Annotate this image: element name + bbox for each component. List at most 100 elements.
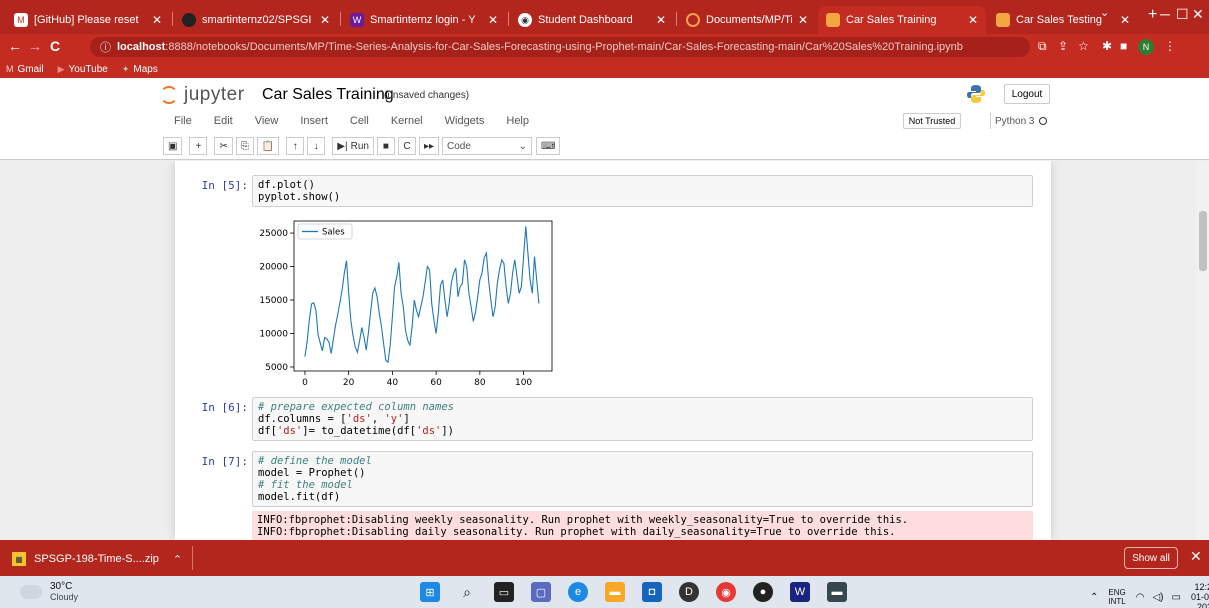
show-all-button[interactable]: Show all [1124,547,1178,569]
trust-button[interactable]: Not Trusted [903,113,961,129]
bookmark-gmail[interactable]: M Gmail [6,64,44,75]
maximize-icon[interactable]: ☐ [1176,6,1189,23]
battery-icon[interactable]: ▭ [1172,592,1181,603]
chevron-up-icon[interactable]: ⌃ [1090,592,1098,603]
fast-forward-icon[interactable]: ▸▸ [418,137,439,155]
logout-button[interactable]: Logout [1004,84,1050,104]
copy-icon[interactable]: ⎘ [235,137,254,155]
tab-github-repo[interactable]: smartinternz02/SPSGI ✕ [174,6,338,34]
kebab-menu-icon[interactable]: ⋮ [1164,39,1176,53]
menu-file[interactable]: File [174,115,192,127]
tab-car-sales-training[interactable]: Car Sales Training ✕ [818,6,986,34]
clock[interactable]: 12:20 01-07-2022 [1189,582,1209,608]
close-icon[interactable]: ✕ [656,13,666,27]
tab-smartinternz-login[interactable]: W Smartinternz login - Y ✕ [342,6,506,34]
move-up-icon[interactable]: ↑ [286,137,305,155]
task-view-icon[interactable]: ▭ [494,582,514,602]
back-icon[interactable]: ← [8,38,22,54]
menu-view[interactable]: View [255,115,279,127]
x-tick-label: 60 [430,378,442,386]
menu-help[interactable]: Help [506,115,529,127]
windows-start-icon[interactable]: ⊞ [420,582,440,602]
extensions-icon[interactable]: ✱ [1102,39,1112,53]
store-icon[interactable]: ◘ [642,582,662,602]
maps-icon: ✦ [121,63,130,74]
code-cell-input[interactable]: df.plot() pyplot.show() [252,175,1033,207]
chevron-up-icon[interactable]: ⌃ [173,553,182,566]
legend-label: Sales [322,228,345,238]
menu-widgets[interactable]: Widgets [445,115,485,127]
tab-student-dashboard[interactable]: ◉ Student Dashboard ✕ [510,6,674,34]
new-tab-button[interactable]: + [1148,6,1157,24]
wifi-icon[interactable]: ◠ [1136,592,1145,603]
download-item[interactable]: ▦ SPSGP-198-Time-S....zip ⌃ [12,548,182,570]
bookmark-star-icon[interactable]: ☆ [1078,39,1089,53]
cell-prompt: In [7]: [201,455,248,468]
kernel-indicator[interactable]: Python 3 [990,113,1048,129]
file-explorer-icon[interactable]: ▬ [605,582,625,602]
sidepanel-icon[interactable]: ■ [1120,39,1127,53]
chrome-icon[interactable]: ◉ [716,582,736,602]
interrupt-icon[interactable]: ■ [376,137,395,155]
cell-type-select[interactable]: Code ⌄ [442,137,532,155]
code-cell-input[interactable]: # prepare expected column names df.colum… [252,397,1033,441]
code-cell-input[interactable]: # define the model model = Prophet() # f… [252,451,1033,507]
avatar[interactable]: N [1138,39,1154,55]
menu-cell[interactable]: Cell [350,115,369,127]
code-line: df['ds']= to_datetime(df['ds']) [258,425,455,437]
search-icon[interactable]: ⌕ [457,582,477,602]
paste-icon[interactable]: 📋 [256,137,280,155]
dell-icon[interactable]: D [679,582,699,602]
app-icon[interactable]: ▬ [827,582,847,602]
jupyter-logo[interactable]: jupyter [160,84,245,106]
close-icon[interactable]: ✕ [1190,548,1202,565]
restart-icon[interactable]: C [397,137,416,155]
bookmark-maps[interactable]: ✦ Maps [122,64,158,75]
close-icon[interactable]: ✕ [1120,13,1130,27]
volume-icon[interactable]: ◁) [1152,592,1163,603]
word-icon[interactable]: W [790,582,810,602]
tab-github-reset[interactable]: M [GitHub] Please reset ✕ [6,6,170,34]
close-icon[interactable]: ✕ [320,13,330,27]
y-tick-label: 25000 [259,229,288,239]
jupyter-wordmark: jupyter [184,84,245,105]
tab-documents[interactable]: Documents/MP/Time ✕ [678,6,816,34]
language-indicator[interactable]: ENG INTL [1108,588,1125,606]
keyboard-icon[interactable]: ⌨ [536,137,561,155]
run-button[interactable]: ▶| Run [332,137,374,155]
download-filename: SPSGP-198-Time-S....zip [34,553,159,565]
vertical-scrollbar[interactable] [1196,161,1209,540]
weather-widget[interactable]: 30°C Cloudy [20,581,78,603]
address-bar[interactable]: ⓘ localhost:8888/notebooks/Documents/MP/… [90,37,1030,57]
forward-icon[interactable]: → [28,38,42,54]
menu-edit[interactable]: Edit [214,115,233,127]
close-window-icon[interactable]: ✕ [1192,6,1204,23]
tab-separator [340,12,341,26]
close-icon[interactable]: ✕ [488,13,498,27]
menu-insert[interactable]: Insert [300,115,328,127]
bookmark-youtube[interactable]: ▶ YouTube [58,64,108,75]
minimize-icon[interactable]: ─ [1160,6,1170,22]
code-line: df.columns = ['ds', 'y'] [258,413,410,425]
tab-search-icon[interactable]: ⌄ [1100,6,1109,19]
gmail-icon: M [6,64,14,74]
tab-car-sales-testing[interactable]: Car Sales Testing ✕ [988,6,1138,34]
translate-icon[interactable]: ⧉ [1038,39,1047,54]
insert-cell-icon[interactable]: + [189,137,208,155]
notebook-name[interactable]: Car Sales Training [262,86,394,104]
close-icon[interactable]: ✕ [968,13,978,27]
save-icon[interactable]: ▣ [163,137,183,155]
info-icon[interactable]: ⓘ [100,39,111,55]
edge-icon[interactable]: e [568,582,588,602]
scrollbar-thumb[interactable] [1199,211,1207,271]
reload-icon[interactable]: C [50,38,60,54]
chat-icon[interactable]: ▢ [531,582,551,602]
share-icon[interactable]: ⇪ [1058,39,1068,53]
menu-kernel[interactable]: Kernel [391,115,423,127]
move-down-icon[interactable]: ↓ [307,137,326,155]
stderr-line: INFO:fbprophet:Disabling daily seasonali… [257,526,896,538]
cut-icon[interactable]: ✂ [214,137,233,155]
close-icon[interactable]: ✕ [152,13,162,27]
close-icon[interactable]: ✕ [798,13,808,27]
media-icon[interactable]: ● [753,582,773,602]
